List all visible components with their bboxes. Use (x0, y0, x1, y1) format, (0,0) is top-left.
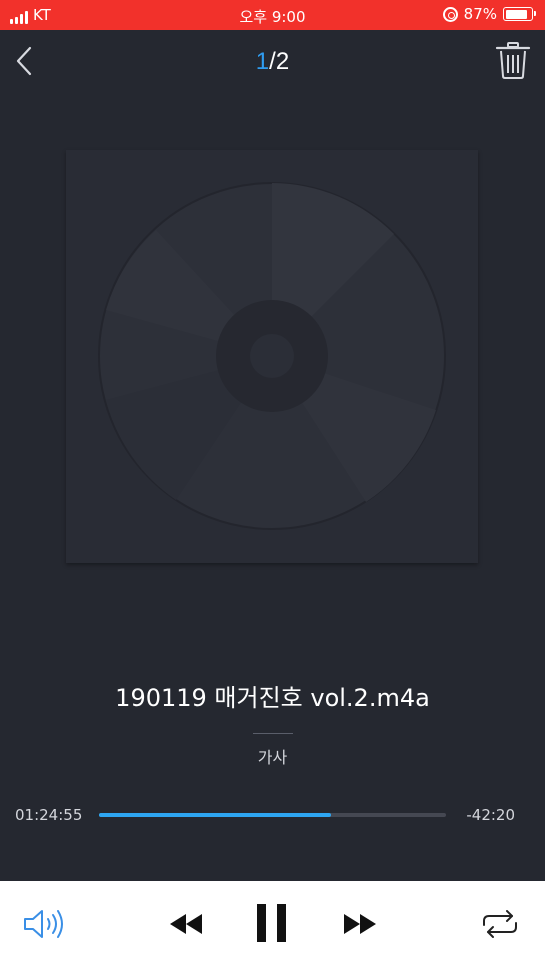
orientation-lock-icon (442, 6, 458, 22)
elapsed-time: 01:24:55 (15, 806, 83, 824)
repeat-button[interactable] (478, 909, 522, 944)
page-total: 2 (275, 48, 290, 75)
battery-percent: 87% (463, 5, 497, 23)
status-bar: KT 오후 9:00 87% (0, 0, 545, 30)
delete-button[interactable] (495, 40, 531, 80)
rewind-button[interactable] (168, 912, 204, 941)
fast-forward-icon (344, 914, 376, 934)
repeat-icon (483, 910, 517, 938)
lyrics-divider (253, 733, 293, 734)
rewind-icon (170, 914, 202, 934)
progress-fill (99, 813, 332, 817)
pause-button[interactable] (255, 903, 289, 948)
header-bar: 1/2 (0, 30, 545, 92)
remaining-time: -42:20 (466, 806, 515, 824)
pause-icon (257, 904, 286, 942)
track-title: 190119 매거진호 vol.2.m4a (115, 684, 430, 712)
fast-forward-button[interactable] (342, 912, 378, 941)
page-current: 1 (255, 48, 270, 75)
trash-icon (495, 42, 531, 79)
speaker-icon (24, 910, 63, 938)
page-separator: / (269, 48, 276, 75)
progress-slider[interactable] (99, 813, 446, 817)
album-artwork (66, 150, 478, 563)
volume-button[interactable] (22, 907, 66, 946)
status-right: 87% (442, 5, 536, 23)
battery-icon (503, 7, 536, 21)
cd-disc-icon (66, 150, 478, 563)
lyrics-button[interactable]: 가사 (0, 744, 545, 768)
page-counter: 1/2 (0, 48, 545, 76)
playback-controls (0, 881, 545, 969)
